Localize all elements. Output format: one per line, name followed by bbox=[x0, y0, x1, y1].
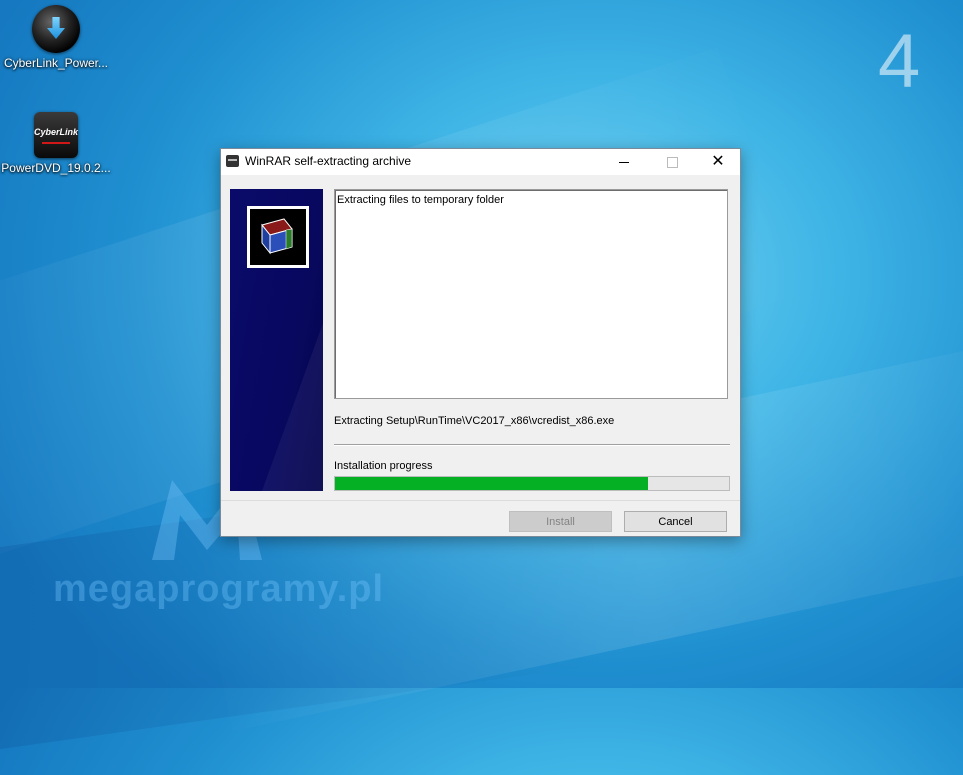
download-arrow-icon bbox=[32, 5, 80, 53]
footer-divider bbox=[221, 500, 740, 501]
minimize-button[interactable] bbox=[601, 149, 647, 175]
archive-logo-icon bbox=[247, 206, 309, 268]
desktop-icon-label: CyberLink_Power... bbox=[3, 56, 109, 70]
window-title: WinRAR self-extracting archive bbox=[245, 154, 412, 168]
progress-label: Installation progress bbox=[334, 460, 433, 472]
cyberlink-icon: CyberLink bbox=[34, 112, 78, 158]
install-button[interactable]: Install bbox=[509, 511, 612, 532]
extraction-log[interactable]: Extracting files to temporary folder bbox=[334, 189, 728, 399]
sfx-sidebar-banner bbox=[230, 189, 323, 491]
winrar-app-icon bbox=[226, 155, 239, 167]
divider bbox=[334, 444, 730, 446]
close-button[interactable]: ✕ bbox=[695, 149, 741, 175]
cancel-button[interactable]: Cancel bbox=[624, 511, 727, 532]
desktop-icon-cyberlink-power[interactable]: CyberLink_Power... bbox=[1, 5, 111, 70]
watermark-text: megaprogramy.pl bbox=[53, 568, 385, 610]
progress-fill bbox=[335, 477, 649, 490]
minimize-icon bbox=[619, 161, 629, 163]
desktop-icon-powerdvd[interactable]: CyberLink PowerDVD_19.0.2... bbox=[1, 112, 111, 175]
title-bar[interactable]: WinRAR self-extracting archive ✕ bbox=[221, 149, 740, 175]
log-line: Extracting files to temporary folder bbox=[337, 194, 504, 206]
maximize-button bbox=[649, 149, 695, 175]
wallpaper-number: 4 bbox=[878, 19, 921, 104]
maximize-icon bbox=[666, 156, 678, 168]
current-file-text: Extracting Setup\RunTime\VC2017_x86\vcre… bbox=[334, 415, 615, 427]
installation-progress-bar bbox=[334, 476, 730, 491]
close-icon: ✕ bbox=[711, 153, 725, 170]
desktop-icon-label: PowerDVD_19.0.2... bbox=[1, 161, 111, 175]
winrar-sfx-window: WinRAR self-extracting archive ✕ Extract… bbox=[220, 148, 741, 537]
